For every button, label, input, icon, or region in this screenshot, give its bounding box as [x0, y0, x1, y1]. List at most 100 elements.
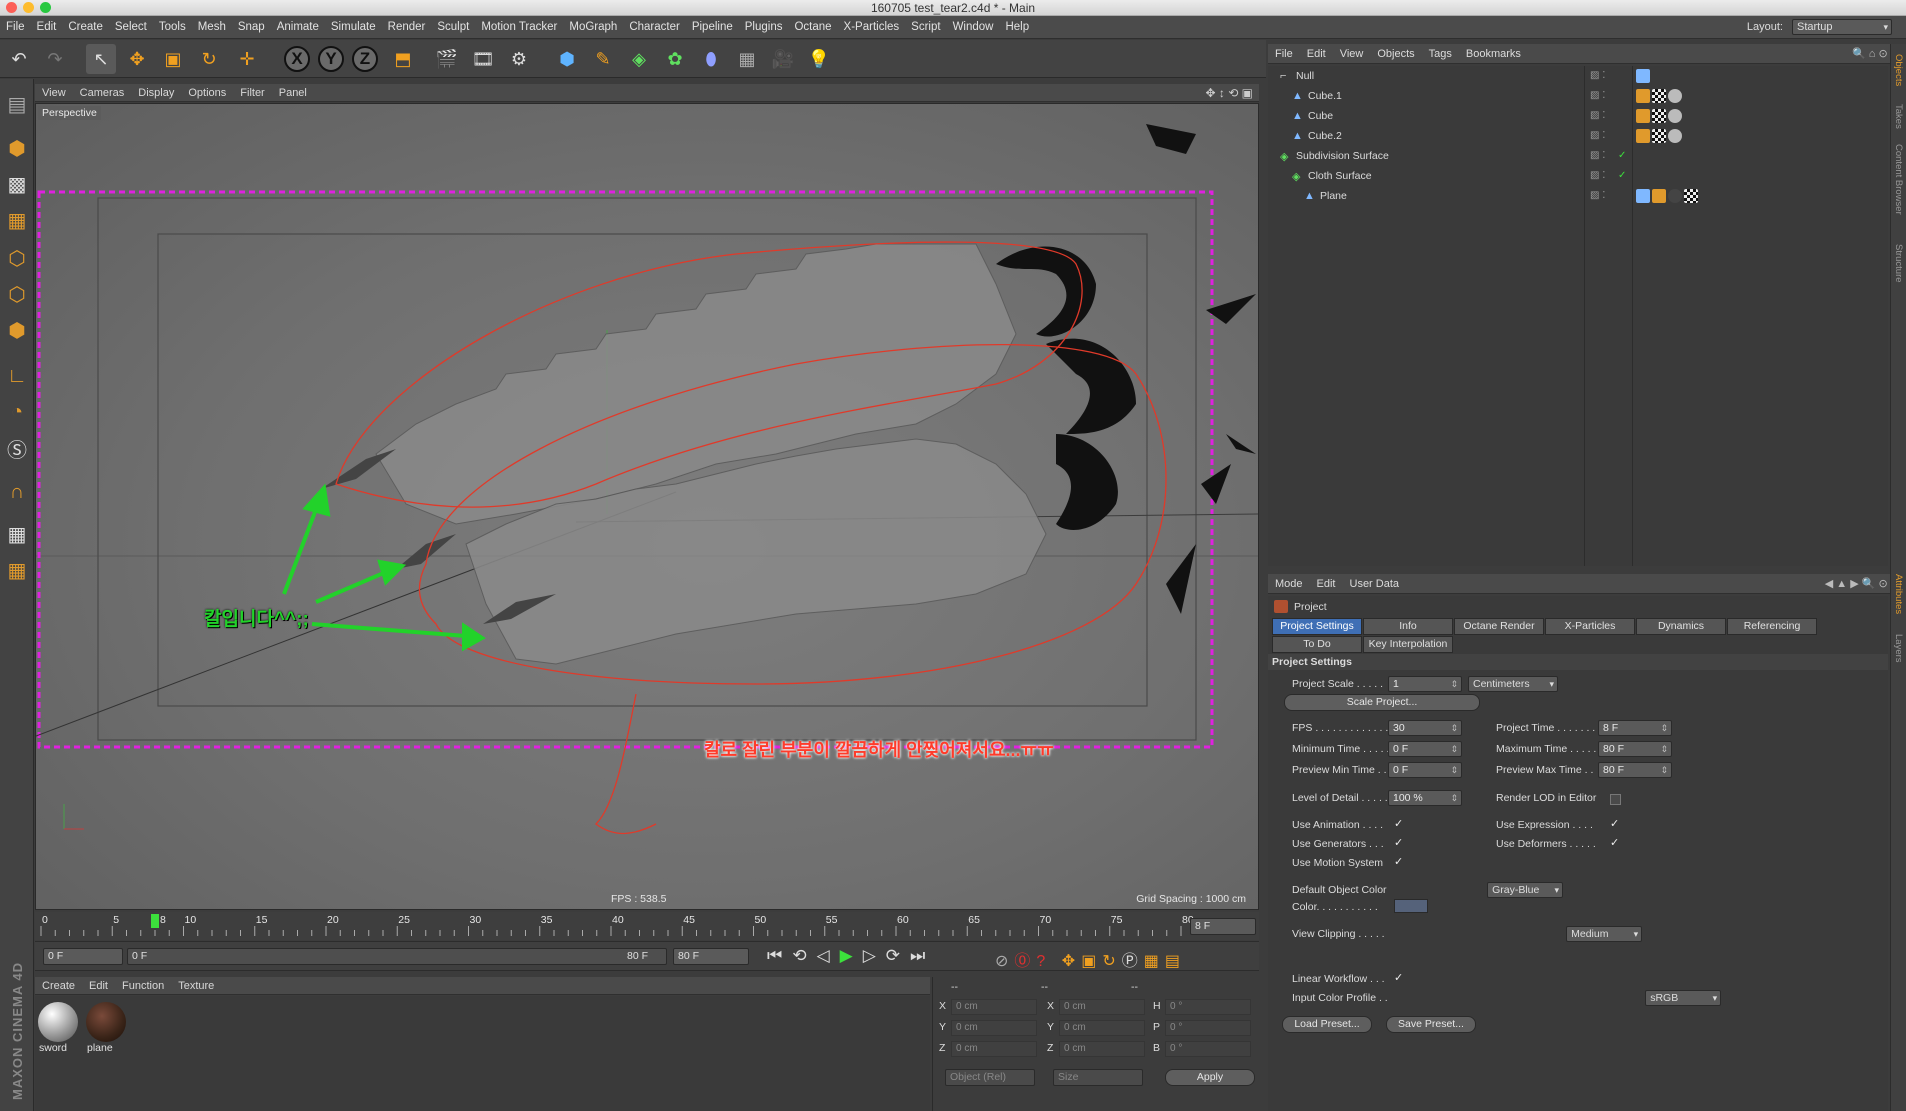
texture-tag-icon[interactable]: [1652, 89, 1666, 103]
play-forward-icon[interactable]: ▶: [840, 946, 863, 965]
move-tool-icon[interactable]: ✥: [122, 44, 152, 74]
visibility-toggle-icon[interactable]: ▨ ⁚: [1590, 110, 1605, 121]
linear-workflow-checkbox[interactable]: ✓: [1394, 973, 1405, 984]
timeline-ruler[interactable]: 0 5 10 15 20 25 30 35 40 45 50 55 60 65 70 75 80 8 8 F: [35, 912, 1259, 940]
viewport-menu-panel[interactable]: Panel: [272, 84, 314, 102]
coord-rot-2[interactable]: 0 °: [1165, 1041, 1251, 1057]
menu-snap[interactable]: Snap: [232, 16, 271, 39]
key-rotation-icon[interactable]: ↻: [1102, 953, 1121, 970]
menu-motion-tracker[interactable]: Motion Tracker: [475, 16, 563, 39]
attribute-manager-nav-icons[interactable]: ◀ ▲ ▶ 🔍 ⊙ ⊞: [1825, 574, 1900, 594]
tab-dynamics[interactable]: Dynamics: [1636, 618, 1726, 635]
render-lod-checkbox[interactable]: [1610, 794, 1621, 805]
object-menu-objects[interactable]: Objects: [1370, 44, 1421, 64]
viewport-navigation-icons[interactable]: ✥ ↕ ⟲ ▣: [1206, 84, 1253, 102]
key-parameter-icon[interactable]: Ⓟ: [1122, 953, 1144, 970]
right-tab-objects[interactable]: Objects: [1893, 54, 1904, 86]
timeline-current-frame-field[interactable]: 8 F: [1190, 918, 1256, 935]
object-row-plane[interactable]: ▲ Plane ▨ ⁚: [1268, 187, 1888, 207]
render-view-icon[interactable]: 🎬: [432, 44, 462, 74]
project-scale-field[interactable]: 1: [1388, 676, 1462, 692]
undo-icon[interactable]: ↶: [4, 44, 34, 74]
coord-pos-1[interactable]: 0 cm: [951, 1020, 1037, 1036]
workplane-lock-icon[interactable]: ▦: [2, 519, 32, 549]
edges-mode-icon[interactable]: ⬡: [2, 279, 32, 309]
menu-create[interactable]: Create: [62, 16, 109, 39]
material-menu-create[interactable]: Create: [35, 977, 82, 995]
menu-x-particles[interactable]: X-Particles: [838, 16, 906, 39]
material-tag-icon[interactable]: [1668, 89, 1682, 103]
pen-spline-icon[interactable]: ✎: [588, 44, 618, 74]
tab-to-do[interactable]: To Do: [1272, 636, 1362, 653]
menu-render[interactable]: Render: [382, 16, 432, 39]
tab-key-interpolation[interactable]: Key Interpolation: [1363, 636, 1453, 653]
preview-min-field[interactable]: 0 F: [1388, 762, 1462, 778]
viewport-menu-filter[interactable]: Filter: [233, 84, 271, 102]
object-row-cube[interactable]: ▲ Cube ▨ ⁚: [1268, 107, 1888, 127]
lod-field[interactable]: 100 %: [1388, 790, 1462, 806]
current-frame-marker[interactable]: [151, 914, 159, 928]
coordinate-mode-dropdown[interactable]: Object (Rel): [945, 1069, 1035, 1086]
material-tag-icon[interactable]: [1668, 189, 1682, 203]
save-preset-button[interactable]: Save Preset...: [1386, 1016, 1476, 1033]
go-to-end-icon[interactable]: ⏭: [910, 946, 935, 965]
autokey-icon[interactable]: ⓪: [1014, 953, 1036, 970]
coord-pos-0[interactable]: 0 cm: [951, 999, 1037, 1015]
fps-field[interactable]: 30: [1388, 720, 1462, 736]
cloth-tag-icon[interactable]: [1636, 189, 1650, 203]
right-tab-attributes[interactable]: Attributes: [1893, 574, 1904, 614]
menu-simulate[interactable]: Simulate: [325, 16, 382, 39]
points-mode-icon[interactable]: ⬡: [2, 243, 32, 273]
visibility-toggle-icon[interactable]: ▨ ⁚: [1590, 170, 1605, 181]
object-menu-file[interactable]: File: [1268, 44, 1300, 64]
right-tab-content-browser[interactable]: Content Browser: [1893, 144, 1904, 215]
visibility-toggle-icon[interactable]: ▨ ⁚: [1590, 190, 1605, 201]
menu-mograph[interactable]: MoGraph: [563, 16, 623, 39]
tab-octane-render[interactable]: Octane Render: [1454, 618, 1544, 635]
redo-icon[interactable]: ↷: [40, 44, 70, 74]
key-pla-icon[interactable]: ▦: [1144, 953, 1165, 970]
material-menu-function[interactable]: Function: [115, 977, 171, 995]
right-tab-layers[interactable]: Layers: [1893, 634, 1904, 663]
menu-pipeline[interactable]: Pipeline: [686, 16, 739, 39]
close-window-icon[interactable]: [6, 2, 17, 13]
coordinate-system-icon[interactable]: ⬒: [388, 44, 418, 74]
texture-tag-icon[interactable]: [1652, 109, 1666, 123]
render-picture-viewer-icon[interactable]: 🎞: [468, 44, 498, 74]
floor-icon[interactable]: ▦: [732, 44, 762, 74]
use-deformers-checkbox[interactable]: ✓: [1610, 838, 1621, 849]
solo-mode-icon[interactable]: Ⓢ: [2, 433, 32, 463]
texture-tag-icon[interactable]: [1684, 189, 1698, 203]
preview-range-slider[interactable]: 0 F 80 F: [127, 948, 667, 965]
tweak-mode-icon[interactable]: ◔: [2, 397, 32, 427]
viewport-menu-view[interactable]: View: [35, 84, 73, 102]
project-time-field[interactable]: 8 F: [1598, 720, 1672, 736]
enabled-check-icon[interactable]: ✓: [1618, 170, 1626, 181]
visibility-toggle-icon[interactable]: ▨ ⁚: [1590, 90, 1605, 101]
menu-octane[interactable]: Octane: [788, 16, 837, 39]
cube-object-icon[interactable]: ⬢: [552, 44, 582, 74]
menu-tools[interactable]: Tools: [153, 16, 192, 39]
coord-size-0[interactable]: 0 cm: [1059, 999, 1145, 1015]
material-tag-icon[interactable]: [1668, 109, 1682, 123]
apply-button[interactable]: Apply: [1165, 1069, 1255, 1086]
coord-rot-0[interactable]: 0 °: [1165, 999, 1251, 1015]
snap-icon[interactable]: ∩: [2, 477, 32, 507]
material-sword[interactable]: sword: [37, 1002, 79, 1054]
minimize-window-icon[interactable]: [23, 2, 34, 13]
perspective-viewport[interactable]: Perspective 칼입니다^^;; 칼로 잘린 부분이 깔끔하게 안찢어져…: [35, 103, 1259, 910]
visibility-toggle-icon[interactable]: ▨ ⁚: [1590, 70, 1605, 81]
coord-size-1[interactable]: 0 cm: [1059, 1020, 1145, 1036]
project-scale-unit-dropdown[interactable]: Centimeters: [1468, 676, 1558, 692]
render-settings-icon[interactable]: ⚙: [504, 44, 534, 74]
tab-info[interactable]: Info: [1363, 618, 1453, 635]
view-clipping-dropdown[interactable]: Medium: [1566, 926, 1643, 942]
camera-label[interactable]: Perspective: [38, 106, 101, 120]
scale-project-button[interactable]: Scale Project...: [1284, 694, 1480, 711]
record-active-icon[interactable]: ⊘: [995, 953, 1014, 970]
subdivision-surface-icon[interactable]: ◈: [624, 44, 654, 74]
axis-mode-icon[interactable]: ∟: [2, 361, 32, 391]
go-to-start-icon[interactable]: ⏮: [767, 946, 792, 965]
menu-window[interactable]: Window: [947, 16, 1000, 39]
null-tag-icon[interactable]: [1636, 69, 1650, 83]
